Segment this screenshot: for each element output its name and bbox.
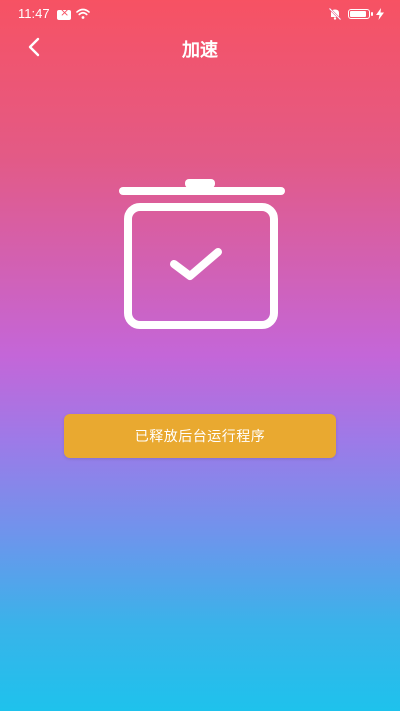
cleaned-bin-check-icon (119, 179, 285, 329)
mute-icon (328, 7, 342, 21)
charging-icon (376, 8, 384, 20)
wifi-icon (76, 8, 90, 19)
page-title: 加速 (182, 40, 218, 61)
title-bar: 加速 (0, 30, 400, 64)
status-time: 11:47 (18, 6, 50, 21)
release-background-apps-button[interactable]: 已释放后台运行程序 (64, 414, 336, 458)
battery-icon (348, 9, 373, 19)
status-bar: 11:47 (0, 0, 400, 30)
status-right-icons (328, 7, 384, 21)
notification-icon (57, 6, 71, 20)
